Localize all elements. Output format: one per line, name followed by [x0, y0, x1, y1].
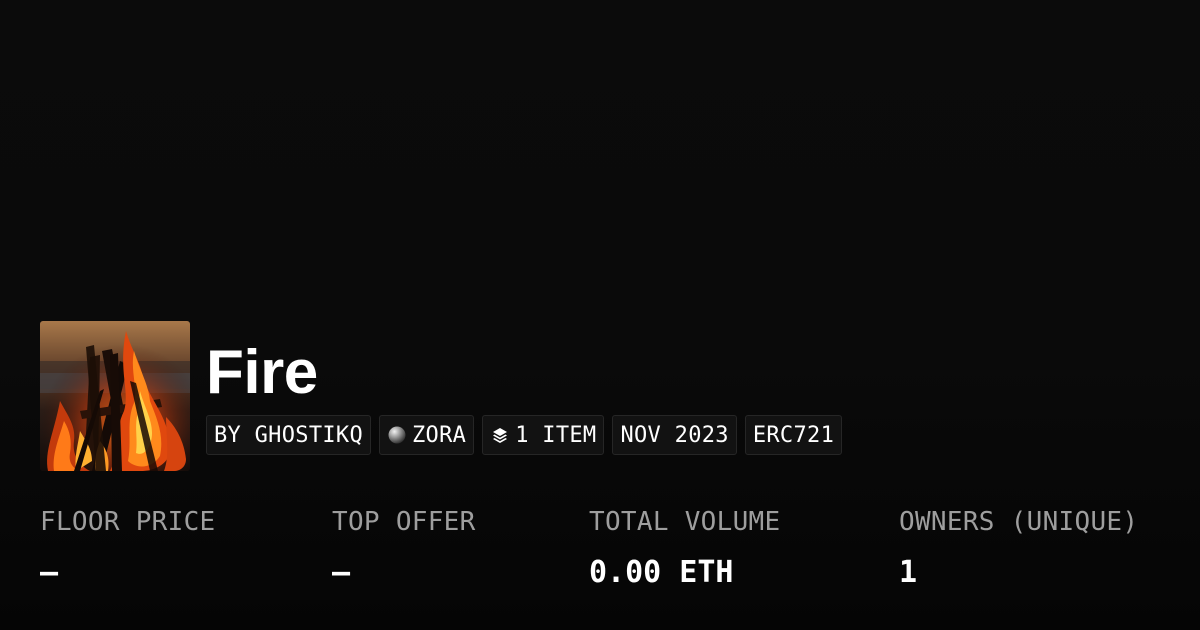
stat-value: 0.00 ETH: [589, 555, 734, 590]
chain-chip[interactable]: ZORA: [379, 415, 475, 455]
creator-label: BY GHOSTIKQ: [214, 422, 363, 448]
bonfire-image: [40, 321, 190, 471]
layers-icon: [490, 425, 510, 445]
chain-label: ZORA: [412, 422, 467, 448]
date-chip: NOV 2023: [612, 415, 737, 455]
stat-value: 1: [899, 555, 918, 590]
stat-total-volume: TOTAL VOLUME 0.00 ETH: [589, 503, 780, 595]
stat-top-offer: TOP OFFER –: [332, 503, 476, 595]
stat-floor-price: FLOOR PRICE –: [40, 503, 216, 595]
stat-label: OWNERS (UNIQUE): [899, 507, 1139, 537]
items-label: 1 ITEM: [515, 422, 597, 448]
items-chip[interactable]: 1 ITEM: [482, 415, 605, 455]
creator-chip[interactable]: BY GHOSTIKQ: [206, 415, 371, 455]
collection-card: { "collection": { "name": "Fire", "thumb…: [0, 0, 1200, 630]
stat-value: –: [40, 555, 59, 590]
metadata-chips: BY GHOSTIKQ ZORA 1 ITEM NOV 2023 ERC721: [206, 415, 843, 455]
zora-orb-icon: [387, 425, 407, 445]
collection-title: Fire: [206, 338, 318, 407]
stat-label: TOTAL VOLUME: [589, 507, 781, 537]
collection-thumbnail: [40, 321, 190, 471]
stat-value: –: [332, 555, 351, 590]
standard-chip: ERC721: [744, 415, 843, 455]
stat-label: FLOOR PRICE: [40, 507, 216, 537]
date-label: NOV 2023: [620, 422, 729, 448]
stat-owners: OWNERS (UNIQUE) 1: [899, 503, 1138, 595]
standard-label: ERC721: [752, 422, 835, 448]
stat-label: TOP OFFER: [332, 507, 476, 537]
